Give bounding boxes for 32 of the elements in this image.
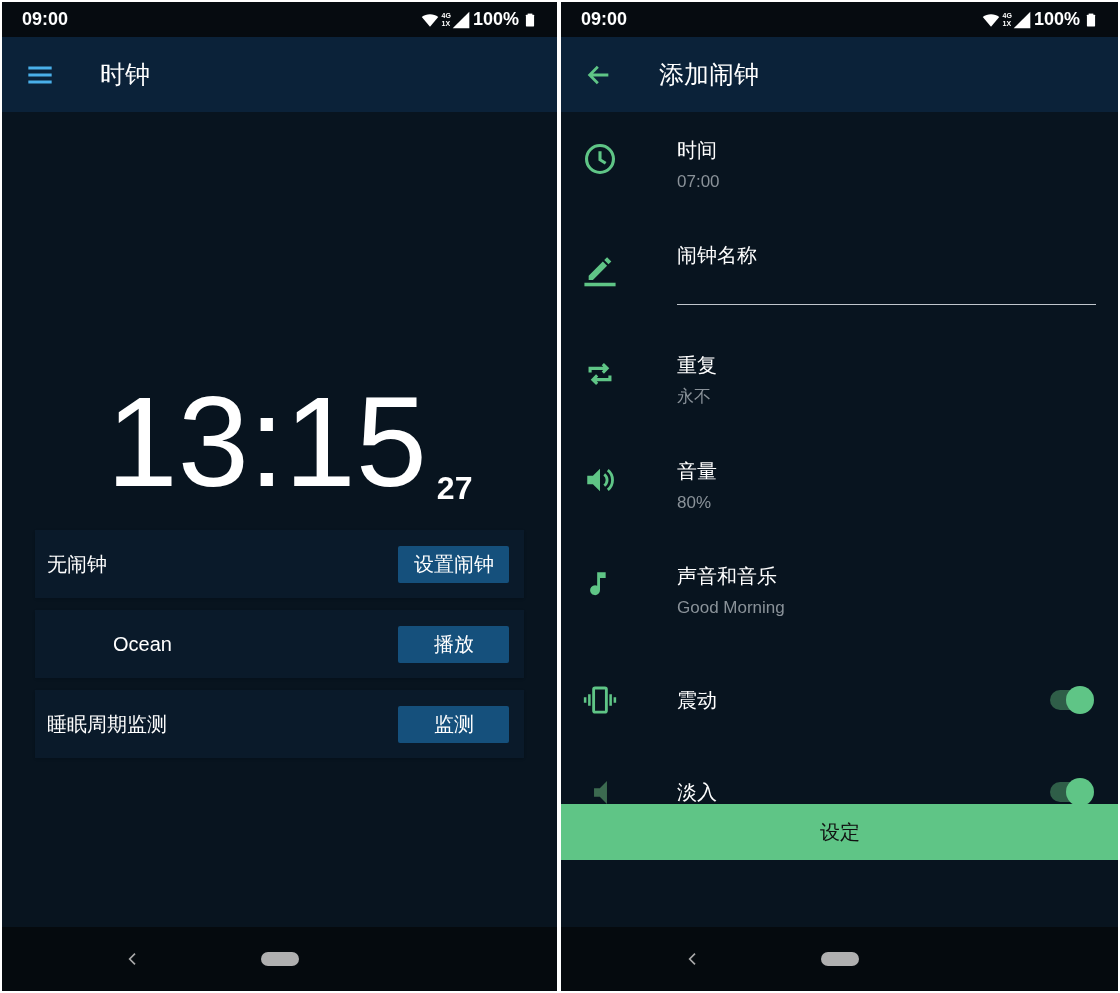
home-handle[interactable]: [260, 952, 299, 966]
card-button[interactable]: 设置闹钟: [398, 545, 509, 583]
setting-value: 永不: [677, 386, 712, 408]
status-time: 09:00: [22, 8, 69, 31]
clock-icon: [583, 142, 617, 176]
screen-title: 时钟: [100, 58, 150, 90]
setting-title: 声音和音乐: [677, 564, 778, 589]
set-button[interactable]: 设定: [561, 804, 1118, 860]
setting-title: 闹钟名称: [677, 243, 758, 268]
setting-title: 时间: [677, 138, 718, 163]
setting-value: 80%: [677, 492, 713, 514]
setting-value: Good Morning: [677, 597, 786, 619]
setting-title: 音量: [677, 459, 718, 484]
setting-title: 震动: [677, 688, 718, 713]
home-handle[interactable]: [820, 952, 859, 966]
card-button[interactable]: 监测: [398, 705, 509, 743]
speaker-icon: [593, 780, 607, 804]
setting-title: 重复: [677, 353, 718, 378]
card-button[interactable]: 播放: [398, 625, 509, 663]
status-time: 09:00: [581, 8, 628, 31]
card-label: 睡眠周期监测: [47, 712, 167, 737]
signal-icon: [450, 9, 471, 30]
battery-level: 100%: [1033, 8, 1080, 31]
card-label: Ocean: [113, 632, 172, 657]
clock-time: 13:15: [106, 380, 427, 504]
battery-level: 100%: [472, 8, 519, 31]
setting-value: 07:00: [677, 171, 721, 193]
clock-seconds: 27: [436, 474, 473, 502]
card-label: 无闹钟: [47, 552, 107, 577]
screen-title: 添加闹钟: [659, 58, 759, 90]
setting-title: 淡入: [677, 780, 718, 804]
signal-icon: [1011, 9, 1032, 30]
